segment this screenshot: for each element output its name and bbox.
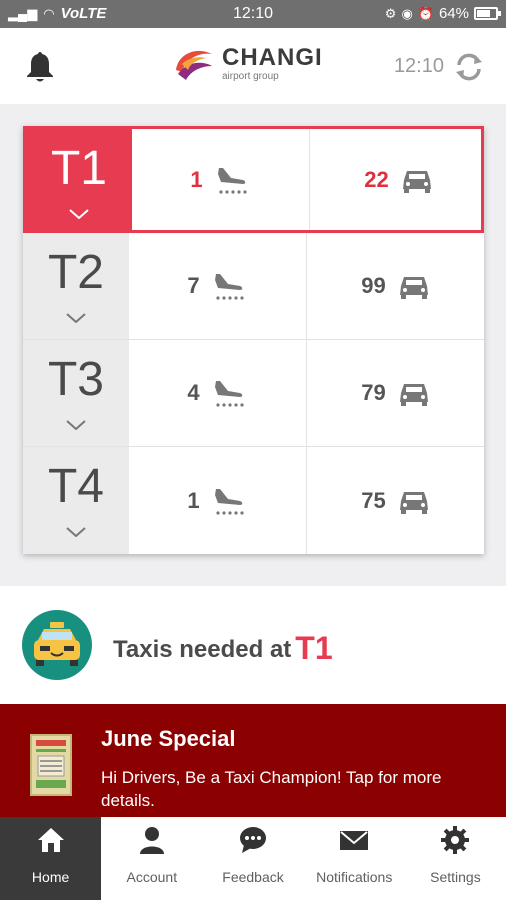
taxi-icon (399, 384, 428, 406)
terminal-row-t3[interactable]: T3 4 79 (23, 340, 484, 447)
taxis-cell: 79 (307, 340, 484, 446)
battery-icon (474, 7, 501, 20)
terminal-row-t1[interactable]: T1 1 22 (23, 126, 484, 233)
terminal-name: T4 (47, 460, 104, 513)
terminal-cell: T4 (23, 447, 129, 554)
taxis-needed-text: Taxis needed at T1 (113, 630, 333, 667)
promo-banner[interactable]: June Special Hi Drivers, Be a Taxi Champ… (0, 704, 506, 817)
arrivals-cell: 1 (129, 447, 307, 554)
mail-icon (340, 831, 369, 850)
taxi-icon (402, 170, 431, 193)
arrivals-cell: 7 (129, 233, 307, 339)
bell-icon[interactable] (24, 50, 56, 84)
nav-label: Notifications (316, 869, 393, 885)
alarm-icon: ⏰ (417, 6, 434, 21)
chevron-down-icon (66, 313, 86, 323)
chevron-down-icon (66, 420, 86, 430)
status-bar: ▂▄▆ ◠ VoLTE 12:10 ⚙ ◉ ⏰ 64% (0, 0, 506, 28)
gear-status-icon: ⚙ (384, 6, 397, 21)
changi-logo: CHANGI airport group (172, 44, 323, 84)
terminal-cell: T2 (23, 233, 129, 339)
terminal-row-t4[interactable]: T4 1 75 (23, 447, 484, 554)
bottom-nav: Home Account Feedback Notifications Sett… (0, 817, 506, 900)
brand-name: CHANGI (222, 44, 323, 71)
nav-account[interactable]: Account (101, 817, 202, 900)
taxis-cell: 75 (307, 447, 484, 554)
nav-label: Settings (430, 869, 481, 885)
taxi-icon (399, 277, 428, 299)
arrivals-cell: 1 (132, 129, 310, 230)
terminal-row-t2[interactable]: T2 7 99 (23, 233, 484, 340)
app-header: CHANGI airport group 12:10 (0, 28, 506, 104)
status-right: ⚙ ◉ ⏰ 64% (384, 5, 501, 22)
arrival-plane-icon (214, 488, 244, 515)
chat-icon (240, 827, 266, 853)
taxi-icon (399, 491, 428, 514)
changi-logo-mark (176, 50, 212, 80)
terminal-name: T2 (47, 246, 104, 299)
nav-label: Feedback (222, 869, 284, 885)
arrivals-cell: 4 (129, 340, 307, 446)
taxis-needed-banner: Taxis needed at T1 (0, 586, 506, 704)
taxis-cell: 99 (307, 233, 484, 339)
arrivals-count: 1 (187, 487, 200, 513)
nav-notifications[interactable]: Notifications (304, 817, 405, 900)
terminal-name: T3 (47, 353, 104, 406)
taxi-count: 75 (361, 487, 386, 513)
taxis-needed-terminal: T1 (295, 630, 333, 666)
sync-status-icon: ◉ (401, 6, 413, 21)
promo-body: Hi Drivers, Be a Taxi Champion! Tap for … (101, 768, 442, 810)
taxi-count: 99 (361, 273, 386, 298)
chevron-down-icon (66, 527, 86, 537)
home-icon (37, 828, 64, 852)
nav-settings[interactable]: Settings (405, 817, 506, 900)
person-icon (139, 827, 164, 854)
terminal-name: T1 (50, 142, 107, 195)
nav-label: Account (126, 869, 178, 885)
terminal-cell: T3 (23, 340, 129, 446)
taxi-avatar-icon (22, 610, 92, 680)
taxi-count: 22 (364, 166, 389, 192)
arrival-plane-icon (214, 274, 244, 300)
nav-feedback[interactable]: Feedback (202, 817, 303, 900)
arrivals-count: 4 (187, 380, 200, 405)
header-time: 12:10 (393, 55, 444, 77)
gear-icon (441, 826, 470, 854)
promo-thumbnail (30, 734, 72, 796)
terminals-card: T1 1 22 T2 7 99 T3 4 79 T4 1 75 (23, 126, 484, 554)
arrivals-count: 7 (187, 273, 200, 298)
taxis-needed-label: Taxis needed at (113, 636, 292, 663)
taxis-cell: 22 (310, 129, 487, 230)
terminal-cell: T1 (26, 129, 132, 230)
refresh-icon[interactable] (452, 50, 486, 84)
chevron-down-icon (69, 209, 89, 219)
brand-sub: airport group (222, 71, 279, 82)
arrival-plane-icon (214, 381, 244, 407)
arrival-plane-icon (217, 167, 247, 194)
battery-percent: 64% (438, 5, 469, 22)
nav-home[interactable]: Home (0, 817, 102, 900)
promo-title: June Special (101, 726, 236, 751)
taxi-count: 79 (361, 380, 386, 405)
nav-label: Home (31, 869, 70, 885)
arrivals-count: 1 (190, 166, 203, 192)
